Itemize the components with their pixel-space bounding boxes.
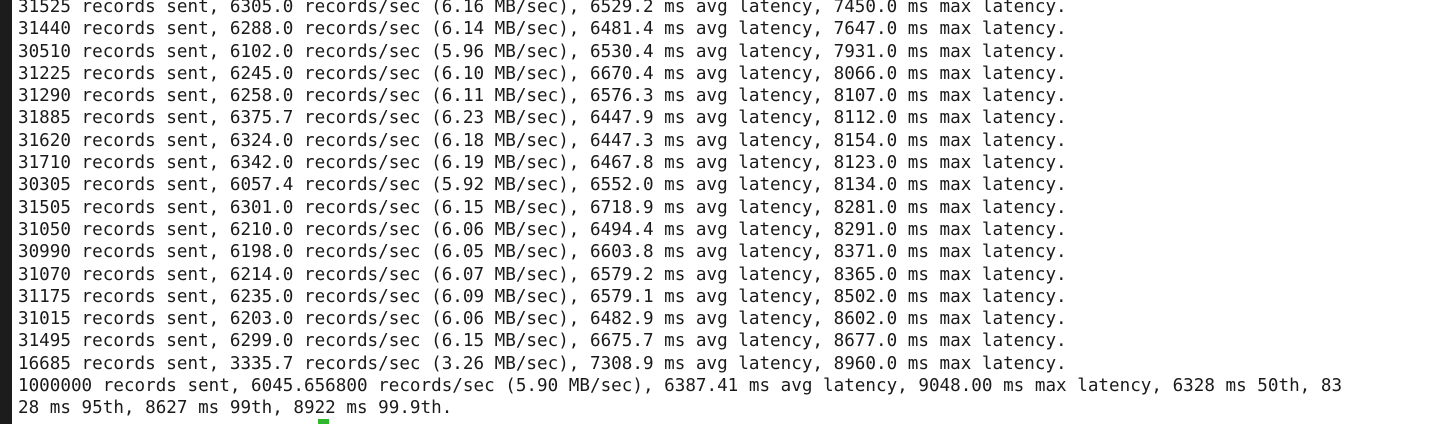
terminal-line: 31225 records sent, 6245.0 records/sec (… [18,63,1067,84]
terminal-line: 31525 records sent, 6305.0 records/sec (… [18,0,1067,17]
window-left-border [0,0,12,424]
terminal-line: 30305 records sent, 6057.4 records/sec (… [18,175,1067,196]
terminal-line: 31495 records sent, 6299.0 records/sec (… [18,331,1067,352]
terminal-summary-line-wrap: 28 ms 95th, 8627 ms 99th, 8922 ms 99.9th… [18,398,453,419]
text-cursor [318,419,329,424]
terminal-line: 31710 records sent, 6342.0 records/sec (… [18,153,1067,174]
terminal-line: 31175 records sent, 6235.0 records/sec (… [18,286,1067,307]
terminal-line: 31070 records sent, 6214.0 records/sec (… [18,264,1067,285]
terminal-line: 31290 records sent, 6258.0 records/sec (… [18,86,1067,107]
terminal-line: 30510 records sent, 6102.0 records/sec (… [18,41,1067,62]
terminal-line: 31885 records sent, 6375.7 records/sec (… [18,108,1067,129]
terminal-output[interactable]: 31525 records sent, 6305.0 records/sec (… [18,0,1423,424]
terminal-line: 16685 records sent, 3335.7 records/sec (… [18,353,1067,374]
terminal-summary-line: 1000000 records sent, 6045.656800 record… [18,376,1343,397]
terminal-line: 31050 records sent, 6210.0 records/sec (… [18,219,1067,240]
terminal-line: 31620 records sent, 6324.0 records/sec (… [18,130,1067,151]
terminal-line: 31440 records sent, 6288.0 records/sec (… [18,19,1067,40]
terminal-line: 30990 records sent, 6198.0 records/sec (… [18,242,1067,263]
terminal-line: 31015 records sent, 6203.0 records/sec (… [18,309,1067,330]
terminal-line: 31505 records sent, 6301.0 records/sec (… [18,197,1067,218]
